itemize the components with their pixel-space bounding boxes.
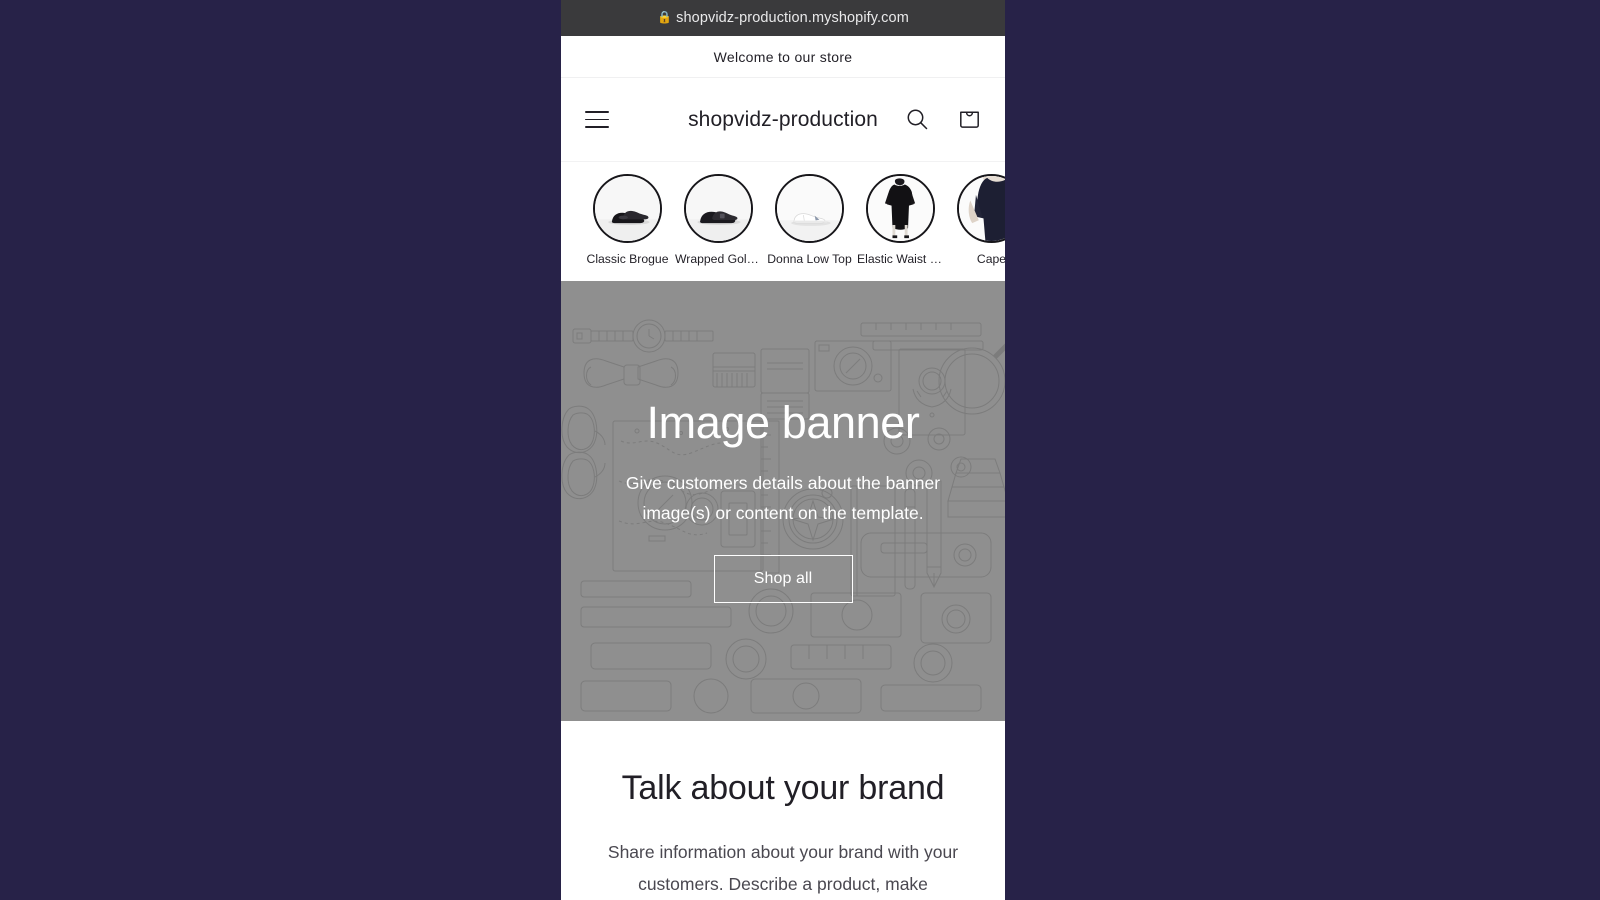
white-low-top-sneakers bbox=[777, 176, 842, 241]
collection-label: Classic Brogue bbox=[586, 252, 669, 266]
brand-heading: Talk about your brand bbox=[621, 768, 945, 807]
collection-item[interactable]: Elastic Waist D... bbox=[855, 174, 946, 267]
hero-subtitle: Give customers details about the banner … bbox=[625, 472, 941, 524]
announcement-text: Welcome to our store bbox=[713, 48, 853, 65]
collection-label: Cape bbox=[976, 252, 1005, 266]
collection-item[interactable]: Donna Low Top bbox=[764, 174, 855, 267]
navy-cape-dress bbox=[959, 176, 1005, 241]
screen: 🔒 shopvidz-production.myshopify.com Welc… bbox=[0, 0, 1600, 900]
carousel-scroll-area[interactable] bbox=[561, 267, 1005, 281]
site-header: shopvidz-production bbox=[561, 78, 1005, 162]
collection-thumb bbox=[866, 174, 935, 243]
collection-item[interactable]: Classic Brogue bbox=[582, 174, 673, 267]
collection-item[interactable]: Wrapped Golf ... bbox=[673, 174, 764, 267]
black-elastic-waist-dress bbox=[868, 176, 933, 241]
collection-thumb bbox=[957, 174, 1005, 243]
black-golf-shoes bbox=[686, 176, 751, 241]
lock-icon: 🔒 bbox=[657, 10, 673, 24]
hero-banner: Image banner Give customers details abou… bbox=[561, 280, 1005, 721]
page-viewport: Welcome to our store shopvidz-production bbox=[561, 36, 1005, 900]
hero-title: Image banner bbox=[646, 397, 920, 449]
collection-thumb bbox=[593, 174, 662, 243]
shop-all-button[interactable]: Shop all bbox=[713, 555, 853, 604]
collection-thumb bbox=[775, 174, 844, 243]
collection-label: Wrapped Golf ... bbox=[675, 252, 764, 266]
url-text: shopvidz-production.myshopify.com bbox=[676, 10, 909, 26]
browser-url-bar[interactable]: 🔒 shopvidz-production.myshopify.com bbox=[561, 0, 1005, 36]
mobile-browser-frame: 🔒 shopvidz-production.myshopify.com Welc… bbox=[561, 0, 1005, 900]
hero-content: Image banner Give customers details abou… bbox=[561, 281, 1005, 721]
collection-thumb bbox=[684, 174, 753, 243]
collection-track: Classic Brogue Wrapped Golf ... Donna Lo… bbox=[561, 174, 1005, 267]
collection-label: Elastic Waist D... bbox=[857, 252, 946, 266]
brand-section: Talk about your brand Share information … bbox=[561, 720, 1005, 900]
announcement-bar: Welcome to our store bbox=[561, 36, 1005, 78]
collection-label: Donna Low Top bbox=[767, 252, 852, 266]
collection-item[interactable]: Cape bbox=[946, 174, 1005, 267]
black-brogue-shoes bbox=[595, 176, 660, 241]
collection-carousel[interactable]: Classic Brogue Wrapped Golf ... Donna Lo… bbox=[561, 162, 1005, 281]
store-logo[interactable]: shopvidz-production bbox=[561, 108, 1005, 132]
brand-body: Share information about your brand with … bbox=[607, 841, 959, 895]
